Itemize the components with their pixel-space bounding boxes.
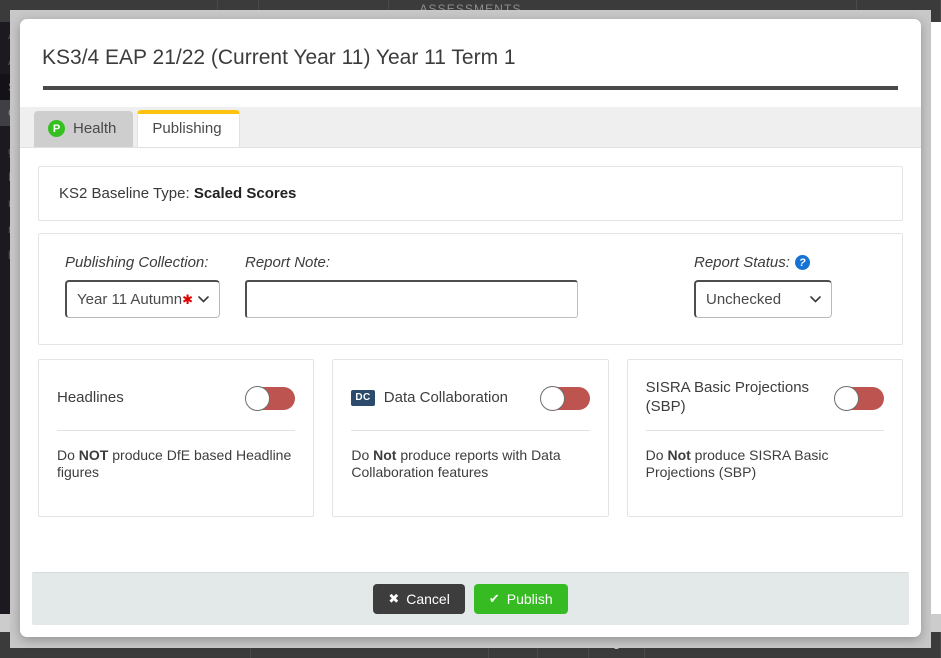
sisra-basic-projections-toggle[interactable]: [834, 386, 884, 411]
tab-health[interactable]: P Health: [34, 111, 133, 147]
report-note-input[interactable]: [245, 280, 578, 318]
chevron-down-icon: [810, 296, 821, 303]
toggle-knob: [245, 386, 270, 411]
publishing-form-panel: Publishing Collection: Year 11 Autumn✱ R…: [38, 233, 903, 345]
tab-bar: P Health Publishing: [20, 90, 921, 147]
card-divider: [646, 430, 884, 431]
tab-publishing-label: Publishing: [152, 120, 221, 137]
report-note-label: Report Note:: [245, 254, 578, 271]
data-collaboration-badge-icon: DC: [351, 390, 374, 407]
card-headlines-description: Do NOT produce DfE based Headline figure…: [57, 447, 295, 481]
close-icon: ✖: [388, 591, 399, 607]
publishing-collection-label: Publishing Collection:: [65, 254, 220, 271]
modal-footer: ✖ Cancel ✔ Publish: [32, 572, 909, 625]
report-status-label: Report Status: ?: [694, 254, 832, 271]
publish-modal: KS3/4 EAP 21/22 (Current Year 11) Year 1…: [20, 19, 921, 637]
card-headlines-title-text: Headlines: [57, 389, 124, 408]
card-divider: [351, 430, 589, 431]
tab-publishing[interactable]: Publishing: [137, 110, 239, 147]
help-icon[interactable]: ?: [795, 255, 810, 270]
card-sisra-basic-projections-header: SISRA Basic Projections (SBP): [646, 378, 884, 418]
baseline-type-label: KS2 Baseline Type:: [59, 185, 190, 202]
publishing-tab-panel: KS2 Baseline Type: Scaled Scores Publish…: [20, 147, 921, 558]
report-status-value: Unchecked: [706, 291, 804, 308]
toggle-knob: [834, 386, 859, 411]
check-icon: ✔: [489, 591, 500, 607]
card-headlines-header: Headlines: [57, 378, 295, 418]
publishing-collection-select[interactable]: Year 11 Autumn✱: [65, 280, 220, 318]
card-sisra-basic-projections-title-text: SISRA Basic Projections (SBP): [646, 379, 824, 417]
cancel-button-label: Cancel: [406, 591, 450, 607]
modal-title: KS3/4 EAP 21/22 (Current Year 11) Year 1…: [42, 45, 899, 86]
card-data-collaboration-title: DC Data Collaboration: [351, 389, 508, 408]
card-sisra-basic-projections: SISRA Basic Projections (SBP) Do Not pro…: [627, 359, 903, 517]
field-report-status: Report Status: ? Unchecked: [694, 254, 832, 318]
publishing-collection-value: Year 11 Autumn✱: [77, 291, 192, 308]
publishing-options-row: Headlines Do NOT produce DfE based Headl…: [38, 359, 903, 517]
toggle-knob: [540, 386, 565, 411]
headlines-toggle[interactable]: [245, 386, 295, 411]
modal-header: KS3/4 EAP 21/22 (Current Year 11) Year 1…: [20, 19, 921, 90]
card-data-collaboration-title-text: Data Collaboration: [384, 389, 508, 408]
field-report-note: Report Note:: [245, 254, 578, 318]
publish-button-label: Publish: [507, 591, 553, 607]
card-sisra-basic-projections-title: SISRA Basic Projections (SBP): [646, 379, 824, 417]
baseline-type-panel: KS2 Baseline Type: Scaled Scores: [38, 166, 903, 221]
card-headlines-title: Headlines: [57, 389, 124, 408]
cancel-button[interactable]: ✖ Cancel: [373, 584, 465, 614]
data-collaboration-toggle[interactable]: [540, 386, 590, 411]
chevron-down-icon: [198, 296, 209, 303]
tab-health-label: Health: [73, 120, 116, 137]
field-publishing-collection: Publishing Collection: Year 11 Autumn✱: [65, 254, 220, 318]
card-headlines: Headlines Do NOT produce DfE based Headl…: [38, 359, 314, 517]
card-divider: [57, 430, 295, 431]
report-status-label-text: Report Status:: [694, 254, 790, 271]
card-data-collaboration-description: Do Not produce reports with Data Collabo…: [351, 447, 589, 481]
card-sisra-basic-projections-description: Do Not produce SISRA Basic Projections (…: [646, 447, 884, 481]
health-status-badge-icon: P: [48, 120, 65, 137]
required-marker: ✱: [182, 292, 192, 307]
card-data-collaboration: DC Data Collaboration Do Not produce rep…: [332, 359, 608, 517]
baseline-type-value: Scaled Scores: [194, 185, 297, 202]
publish-button[interactable]: ✔ Publish: [474, 584, 568, 614]
report-status-select[interactable]: Unchecked: [694, 280, 832, 318]
card-data-collaboration-header: DC Data Collaboration: [351, 378, 589, 418]
